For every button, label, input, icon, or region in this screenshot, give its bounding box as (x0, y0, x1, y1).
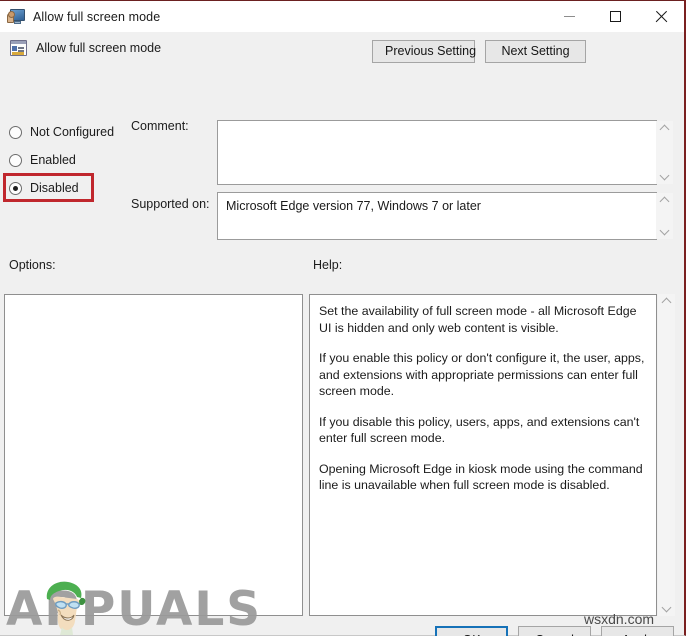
comment-label: Comment: (131, 119, 189, 133)
chevron-down-icon[interactable] (660, 172, 669, 181)
chevron-up-icon[interactable] (662, 297, 671, 306)
supported-on-label: Supported on: (131, 197, 210, 211)
help-paragraph: If you enable this policy or don't confi… (319, 351, 645, 398)
chevron-up-icon[interactable] (660, 196, 669, 205)
options-panel[interactable] (4, 294, 303, 616)
help-panel: Set the availability of full screen mode… (309, 294, 657, 616)
policy-state-radio-group: Not Configured Enabled Disabled (9, 118, 129, 202)
radio-disabled[interactable]: Disabled (9, 174, 129, 202)
chevron-up-icon[interactable] (660, 124, 669, 133)
help-paragraph: If you disable this policy, users, apps,… (319, 414, 640, 446)
help-paragraph: Opening Microsoft Edge in kiosk mode usi… (319, 461, 643, 493)
cancel-button[interactable]: Cancel (518, 626, 591, 636)
policy-name-label: Allow full screen mode (36, 41, 162, 55)
wsxdn-watermark: wsxdn.com (584, 611, 655, 627)
previous-setting-button[interactable]: Previous Setting (372, 40, 476, 63)
radio-not-configured-label: Not Configured (30, 125, 115, 139)
help-label: Help: (313, 258, 343, 272)
supported-on-scrollbar[interactable] (656, 193, 673, 239)
window-controls (546, 1, 684, 32)
help-paragraph: Set the availability of full screen mode… (319, 304, 637, 335)
radio-not-configured[interactable]: Not Configured (9, 118, 129, 146)
minimize-button[interactable] (546, 1, 592, 32)
window-monitor-icon (7, 8, 25, 25)
ok-button[interactable]: OK (435, 626, 508, 636)
apply-button[interactable]: Apply (601, 626, 674, 636)
setting-navigation: Previous Setting Next Setting (372, 40, 586, 63)
supported-on-value: Microsoft Edge version 77, Windows 7 or … (226, 199, 481, 213)
radio-not-configured-indicator (9, 125, 22, 139)
close-button[interactable] (638, 1, 684, 32)
options-label: Options: (9, 258, 56, 272)
radio-enabled-label: Enabled (30, 153, 76, 167)
dialog-body: Allow full screen mode Previous Setting … (0, 32, 684, 636)
comment-scrollbar[interactable] (656, 121, 673, 184)
radio-enabled-indicator (9, 153, 22, 167)
help-scrollbar[interactable] (658, 294, 675, 616)
policy-header: Allow full screen mode (10, 40, 161, 56)
policy-setting-icon (10, 40, 27, 56)
maximize-button[interactable] (592, 1, 638, 32)
radio-enabled[interactable]: Enabled (9, 146, 129, 174)
next-setting-button[interactable]: Next Setting (485, 40, 586, 63)
policy-setting-window: Allow full screen mode Allow full screen… (0, 0, 686, 636)
minimize-icon (563, 16, 575, 17)
radio-disabled-indicator (9, 181, 22, 195)
chevron-down-icon[interactable] (660, 227, 669, 236)
comment-textbox[interactable] (217, 120, 673, 185)
maximize-icon (609, 11, 621, 22)
chevron-down-icon[interactable] (662, 604, 671, 613)
window-title: Allow full screen mode (33, 9, 161, 24)
radio-disabled-label: Disabled (30, 181, 79, 195)
dialog-footer-buttons: OK Cancel Apply (435, 626, 674, 636)
close-icon (655, 10, 668, 23)
title-bar: Allow full screen mode (0, 0, 684, 32)
